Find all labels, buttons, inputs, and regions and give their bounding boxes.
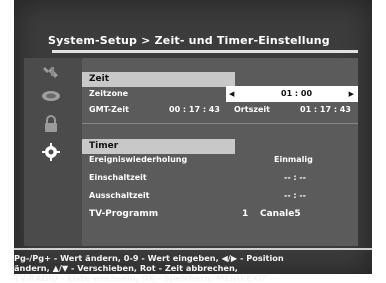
gear-icon[interactable] [39,142,63,162]
row-ausschaltzeit[interactable]: Ausschaltzeit -- : -- [82,188,358,204]
satellite-dish-icon[interactable] [39,86,63,106]
help-divider [14,248,372,250]
row-tv-programm[interactable]: TV-Programm 1 Canale5 [82,206,358,222]
ereigniswiederholung-label: Ereigniswiederholung [89,155,188,164]
zeitzone-value: 01 : 00 [281,89,313,98]
page-title: System-Setup > Zeit- und Timer-Einstellu… [48,34,330,47]
ereigniswiederholung-value: Einmalig [274,155,313,164]
section-heading-zeit: Zeit [82,72,235,87]
ausschaltzeit-value: -- : -- [284,191,307,200]
help-line-2: ändern, ▲/▼ - Verschieben, Rot - Zeit ab… [14,263,238,273]
help-text: Pg-/Pg+ - Wert ändern, 0-9 - Wert eingeb… [14,253,372,283]
section-divider [82,123,358,124]
title-divider [52,50,358,53]
arrow-left-icon[interactable]: ◀ [229,86,234,102]
arrow-right-icon[interactable]: ▶ [349,86,354,102]
ausschaltzeit-label: Ausschaltzeit [89,191,150,200]
program-name: Canale5 [260,209,301,219]
tools-icon[interactable] [39,64,63,84]
help-line-3: TV/RADIO - Liste wechseln, OK - Speicher… [14,273,274,283]
help-line-1: Pg-/Pg+ - Wert ändern, 0-9 - Wert eingeb… [14,253,284,263]
einschaltzeit-value: -- : -- [284,173,307,182]
row-gmt-ortszeit: GMT-Zeit 00 : 17 : 43 Ortszeit 01 : 17 :… [82,102,358,118]
zeitzone-label: Zeitzone [89,89,129,98]
sidebar [24,58,82,246]
gmt-label: GMT-Zeit [89,105,129,114]
tv-programm-label: TV-Programm [89,209,159,219]
row-ereigniswiederholung[interactable]: Ereigniswiederholung Einmalig [82,152,358,168]
zeitzone-selector[interactable]: ◀ 01 : 00 ▶ [226,86,358,102]
einschaltzeit-label: Einschaltzeit [89,173,147,182]
program-number: 1 [242,209,249,219]
padlock-icon[interactable] [39,114,63,134]
ortszeit-label: Ortszeit [234,105,270,114]
row-einschaltzeit[interactable]: Einschaltzeit -- : -- [82,170,358,186]
ortszeit-value: 01 : 17 : 43 [300,105,351,114]
gmt-value: 00 : 17 : 43 [169,105,220,114]
